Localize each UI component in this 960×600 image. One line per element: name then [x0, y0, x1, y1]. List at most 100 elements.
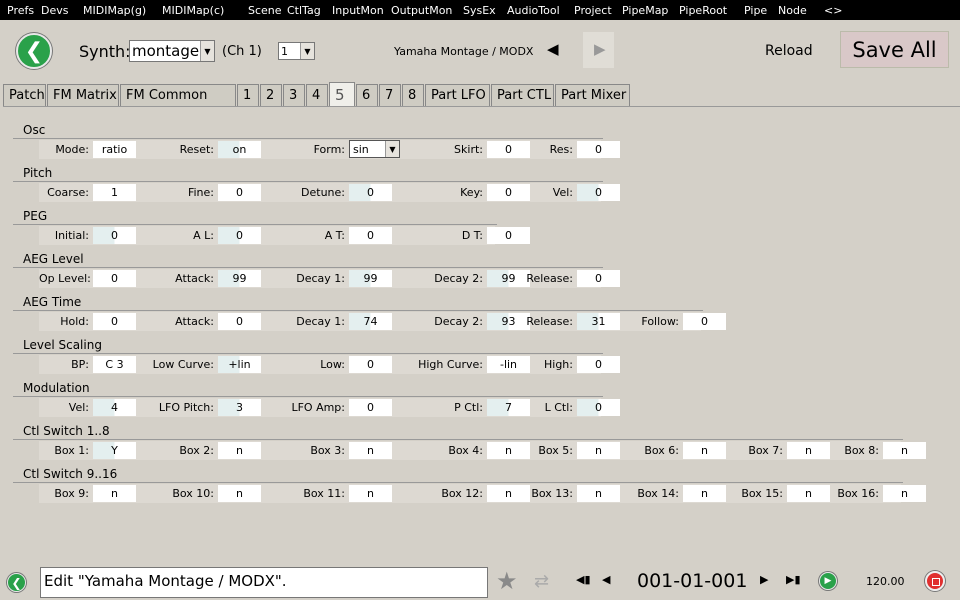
triangle-left-icon[interactable]: ◀ [547, 40, 559, 58]
menu-item-midimap-c[interactable]: MIDIMap(c) [155, 4, 241, 17]
section-aeg-time: AEG Time Hold: 0 Attack: 0 Decay 1: 74 Decay 2:… [13, 295, 726, 332]
step-back-icon[interactable]: ◀ [602, 573, 610, 586]
triangle-right-icon[interactable]: ▶ [594, 40, 606, 58]
section-title: Modulation [13, 381, 603, 397]
field-label: Decay 1: [296, 315, 345, 328]
menu-item-node[interactable]: Node [771, 4, 817, 17]
tab-1[interactable]: 1 [237, 84, 259, 106]
field-label: Box 2: [179, 444, 214, 457]
tab-4[interactable]: 4 [306, 84, 328, 106]
tempo-value: 120.00 [866, 575, 905, 588]
field-vel-value[interactable]: 4 [93, 399, 136, 416]
save-all-button[interactable]: Save All [840, 31, 949, 68]
menu-item-pipemap[interactable]: PipeMap [615, 4, 672, 17]
field-box-9-value[interactable]: n [93, 485, 136, 502]
section-fields: BP: C 3 Low Curve: +lin Low: 0 High Curve: -lin… [39, 355, 620, 374]
section-title: Ctl Switch 9..16 [13, 467, 903, 483]
tab-part-ctl[interactable]: Part CTL [491, 84, 554, 106]
skip-last-icon[interactable]: ▶▮ [786, 573, 801, 586]
field-follow-value[interactable]: 0 [683, 313, 726, 330]
field-release-value[interactable]: 0 [577, 270, 620, 287]
tab-8[interactable]: 8 [402, 84, 424, 106]
field-label: Form: [313, 143, 345, 156]
channel-select[interactable]: 1 ▼ [278, 42, 315, 60]
field-box-16-value[interactable]: n [883, 485, 926, 502]
menu-item-project[interactable]: Project [567, 4, 615, 17]
stop-icon[interactable] [925, 571, 945, 591]
synth-select-value: montage [132, 42, 200, 60]
tab-fm-matrix[interactable]: FM Matrix [47, 84, 119, 106]
reload-button[interactable]: Reload [765, 43, 813, 59]
menu-item-more[interactable]: <> [817, 4, 846, 17]
field-box-10-value[interactable]: n [218, 485, 261, 502]
star-icon[interactable]: ★ [496, 567, 518, 595]
menu-item-ctltag[interactable]: CtlTag [280, 4, 325, 17]
field-label: Attack: [175, 272, 214, 285]
field-box-1-value[interactable]: Y [93, 442, 136, 459]
field-op-level-value[interactable]: 0 [93, 270, 136, 287]
tab-part-lfo[interactable]: Part LFO [425, 84, 490, 106]
field-bp-value[interactable]: C 3 [93, 356, 136, 373]
section-fields: Initial: 0 A L: 0 A T: 0 D T: 0 [39, 226, 530, 245]
field-a-l-value[interactable]: 0 [218, 227, 261, 244]
back-arrow-icon[interactable]: ❮ [16, 33, 52, 69]
field-attack-value[interactable]: 99 [218, 270, 261, 287]
shuffle-icon[interactable]: ⇄ [534, 571, 549, 592]
header-bar: ❮ Synth: montage ▼ (Ch 1) 1 ▼ Yamaha Mon… [0, 20, 960, 82]
section-pitch: Pitch Coarse: 1 Fine: 0 Detune: 0 Key: 0 Vel: 0 [13, 166, 620, 203]
field-box-8-value[interactable]: n [883, 442, 926, 459]
play-icon[interactable]: ▶ [819, 572, 837, 590]
menu-item-sysex[interactable]: SysEx [456, 4, 500, 17]
section-title: PEG [13, 209, 497, 225]
field-label: Hold: [60, 315, 89, 328]
tab-part-mixer[interactable]: Part Mixer [555, 84, 630, 106]
field-label: Detune: [301, 186, 345, 199]
field-initial-value[interactable]: 0 [93, 227, 136, 244]
menu-item-inputmon[interactable]: InputMon [325, 4, 384, 17]
tab-3[interactable]: 3 [283, 84, 305, 106]
tab-7[interactable]: 7 [379, 84, 401, 106]
field-vel-value[interactable]: 0 [577, 184, 620, 201]
field-d-t-value[interactable]: 0 [487, 227, 530, 244]
field-label: Vel: [552, 186, 573, 199]
step-forward-icon[interactable]: ▶ [760, 573, 768, 586]
field-label: Vel: [68, 401, 89, 414]
field-mode-value[interactable]: ratio [93, 141, 136, 158]
tab-2[interactable]: 2 [260, 84, 282, 106]
field-coarse-value[interactable]: 1 [93, 184, 136, 201]
menu-item-audiotool[interactable]: AudioTool [500, 4, 567, 17]
menu-item-midimap-g[interactable]: MIDIMap(g) [76, 4, 155, 17]
field-res-value[interactable]: 0 [577, 141, 620, 158]
field-l-ctl-value[interactable]: 0 [577, 399, 620, 416]
select-value: sin [353, 142, 369, 156]
menu-item-piperoot[interactable]: PipeRoot [672, 4, 737, 17]
field-label: Mode: [55, 143, 89, 156]
menu-item-outputmon[interactable]: OutputMon [384, 4, 456, 17]
synth-label: Synth: [79, 42, 131, 61]
field-label: Initial: [54, 229, 89, 242]
tab-patch[interactable]: Patch [3, 84, 46, 106]
status-message-field[interactable]: Edit "Yamaha Montage / MODX". [40, 567, 488, 598]
menu-item-scene[interactable]: Scene [241, 4, 282, 17]
tab-fm-common[interactable]: FM Common [120, 84, 236, 106]
synth-select[interactable]: montage ▼ [129, 40, 215, 62]
field-box-2-value[interactable]: n [218, 442, 261, 459]
field-fine-value[interactable]: 0 [218, 184, 261, 201]
field-label: Box 10: [172, 487, 214, 500]
back-arrow-icon[interactable]: ❮ [7, 573, 26, 592]
tab-5[interactable]: 5 [329, 82, 355, 106]
field-hold-value[interactable]: 0 [93, 313, 136, 330]
field-high-value[interactable]: 0 [577, 356, 620, 373]
menu-item-prefs[interactable]: Prefs [0, 4, 34, 17]
menu-item-pipe[interactable]: Pipe [737, 4, 771, 17]
field-low-curve-value[interactable]: +lin [218, 356, 261, 373]
field-label: Low Curve: [152, 358, 214, 371]
field-reset-value[interactable]: on [218, 141, 261, 158]
skip-first-icon[interactable]: ◀▮ [576, 573, 591, 586]
section-level-scaling: Level Scaling BP: C 3 Low Curve: +lin Low: 0 Hi… [13, 338, 620, 375]
field-lfo-pitch-value[interactable]: 3 [218, 399, 261, 416]
menu-item-devs[interactable]: Devs [34, 4, 76, 17]
tab-6[interactable]: 6 [356, 84, 378, 106]
field-attack-value[interactable]: 0 [218, 313, 261, 330]
field-label: LFO Pitch: [158, 401, 214, 414]
